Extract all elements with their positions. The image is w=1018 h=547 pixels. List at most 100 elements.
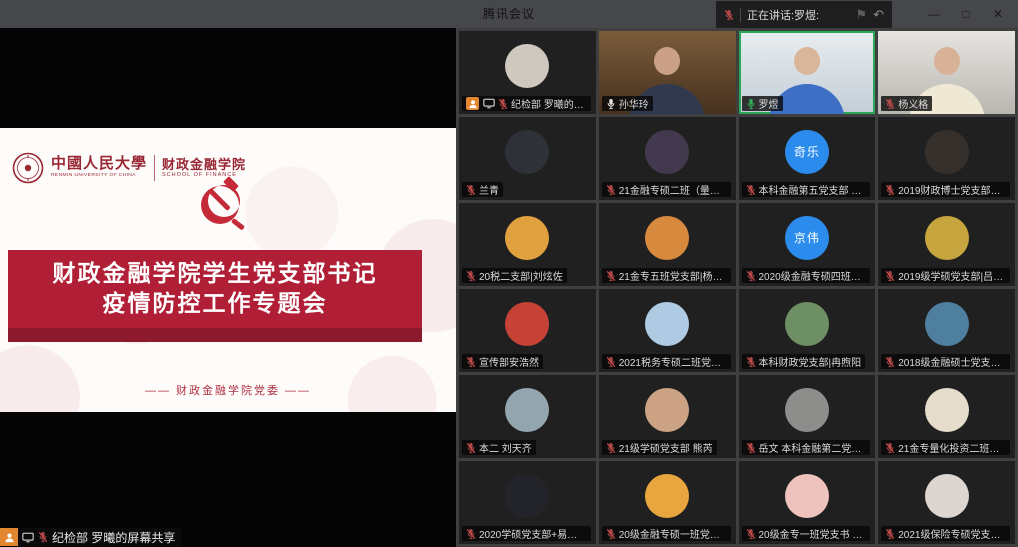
participant-label: 21级学硕党支部 熊芮	[602, 440, 717, 455]
participant-tile[interactable]: 21级学硕党支部 熊芮	[599, 375, 736, 458]
mic-icon	[466, 356, 476, 368]
mic-icon	[498, 98, 508, 110]
logo-divider	[154, 155, 155, 181]
participant-name: 宣传部安浩然	[479, 354, 539, 369]
participant-name: 本科金融第五党支部 张奇乐	[759, 182, 867, 197]
university-name-cn: 中國人民大學	[51, 157, 147, 173]
mic-icon	[885, 356, 895, 368]
participant-label: 20税二支部|刘炫佐	[462, 268, 567, 283]
participant-name: 2020级金融专硕四班党支部 卫…	[759, 268, 867, 283]
participant-tile[interactable]: 2020学硕党支部+易汝云	[459, 461, 596, 544]
participant-tile[interactable]: 21金专五班党支部|杨劭泽	[599, 203, 736, 286]
participant-tile[interactable]: 兰青	[459, 117, 596, 200]
participant-name: 21级学硕党支部 熊芮	[619, 440, 713, 455]
participant-label: 本二 刘天齐	[462, 440, 536, 455]
participant-tile[interactable]: 罗煜	[739, 31, 876, 114]
window-controls: — □ ✕	[918, 0, 1014, 28]
speaking-now-label: 正在讲话:罗煜:	[747, 7, 849, 23]
participant-tile[interactable]: 岳文 本科金融第二党支部	[739, 375, 876, 458]
participant-avatar	[785, 388, 829, 432]
mic-icon	[746, 356, 756, 368]
slide-title-banner: 财政金融学院学生党支部书记 疫情防控工作专题会	[8, 250, 422, 328]
participant-label: 岳文 本科金融第二党支部	[742, 440, 871, 455]
participant-avatar	[645, 216, 689, 260]
participant-tile[interactable]: 2019级学硕党支部|吕思怡	[878, 203, 1015, 286]
screen-share-icon	[482, 97, 495, 110]
participant-tile[interactable]: 奇乐 本科金融第五党支部 张奇乐	[739, 117, 876, 200]
participant-avatar	[925, 302, 969, 346]
mic-icon	[746, 442, 756, 454]
mic-icon	[606, 442, 616, 454]
participant-tile[interactable]: 2021级保险专硕党支部+邵小头	[878, 461, 1015, 544]
participant-avatar	[925, 216, 969, 260]
participant-tile[interactable]: 本二 刘天齐	[459, 375, 596, 458]
participant-tile[interactable]: 21金融专硕二班（量化投资）…	[599, 117, 736, 200]
slide-footer: —— 财政金融学院党委 ——	[0, 382, 456, 398]
participant-name: 纪检部 罗曦的屏幕共享	[511, 96, 587, 111]
slide-title-line2: 疫情防控工作专题会	[103, 289, 328, 319]
participant-avatar	[645, 130, 689, 174]
participant-tile[interactable]: 本科财政党支部|冉煦阳	[739, 289, 876, 372]
participant-avatar	[785, 302, 829, 346]
participant-label: 杨义格	[881, 96, 932, 111]
participant-grid: 纪检部 罗曦的屏幕共享 孙华玲	[456, 28, 1018, 547]
host-person-icon	[0, 528, 18, 546]
participant-tile[interactable]: 京伟 2020级金融专硕四班党支部 卫…	[739, 203, 876, 286]
participant-name: 21金专量化投资二班党支部+…	[898, 440, 1006, 455]
participant-avatar	[925, 388, 969, 432]
active-speaker-bar[interactable]: 正在讲话:罗煜: ⚑ ↶	[716, 1, 892, 28]
mic-icon	[885, 270, 895, 282]
participant-tile[interactable]: 2019财政博士党支部——邹雨晰	[878, 117, 1015, 200]
participant-label: 21金融专硕二班（量化投资）…	[602, 182, 731, 197]
maximize-button[interactable]: □	[950, 0, 982, 28]
undo-arrow-icon[interactable]: ↶	[873, 7, 884, 23]
minimize-button[interactable]: —	[918, 0, 950, 28]
participant-tile[interactable]: 宣传部安浩然	[459, 289, 596, 372]
participant-name: 岳文 本科金融第二党支部	[759, 440, 867, 455]
participant-avatar	[505, 44, 549, 88]
participant-tile[interactable]: 20级金融专硕一班党支部 竺…	[599, 461, 736, 544]
meeting-window: 腾讯会议 — □ ✕ 正在讲话:罗煜: ⚑ ↶	[0, 0, 1018, 547]
participant-name: 20级金融专硕一班党支部 竺…	[619, 526, 727, 541]
university-seal-icon	[12, 152, 44, 184]
participant-tile[interactable]: 20级金专一班党支书 李泽群	[739, 461, 876, 544]
sharer-info-pill[interactable]: 纪检部 罗曦的屏幕共享	[0, 528, 181, 546]
mic-icon	[606, 98, 616, 110]
close-button[interactable]: ✕	[982, 0, 1014, 28]
participant-tile[interactable]: 20税二支部|刘炫佐	[459, 203, 596, 286]
mic-icon	[746, 98, 756, 110]
party-emblem-icon	[196, 176, 252, 234]
participant-tile[interactable]: 21金专量化投资二班党支部+…	[878, 375, 1015, 458]
participant-tile[interactable]: 孙华玲	[599, 31, 736, 114]
participant-avatar	[505, 474, 549, 518]
participant-head	[934, 47, 960, 75]
participant-name: 2018级金融硕士党支部-褚晓芳	[898, 354, 1006, 369]
participant-label: 本科财政党支部|冉煦阳	[742, 354, 866, 369]
participant-name: 2019级学硕党支部|吕思怡	[898, 268, 1006, 283]
participant-head	[794, 47, 820, 75]
participant-label: 20级金专一班党支书 李泽群	[742, 526, 871, 541]
mic-icon	[466, 528, 476, 540]
participant-tile[interactable]: 杨义格	[878, 31, 1015, 114]
participant-avatar	[505, 388, 549, 432]
mic-icon	[885, 184, 895, 196]
participant-tile[interactable]: 2021税务专硕二班党支部 赵溪…	[599, 289, 736, 372]
participant-avatar	[505, 216, 549, 260]
participant-name: 本二 刘天齐	[479, 440, 532, 455]
participant-avatar	[505, 130, 549, 174]
participant-avatar	[505, 302, 549, 346]
participant-label: 纪检部 罗曦的屏幕共享	[462, 96, 591, 111]
divider	[740, 8, 741, 22]
participant-avatar	[785, 474, 829, 518]
muted-mic-icon	[38, 531, 48, 543]
mic-icon	[746, 184, 756, 196]
screen-share-panel[interactable]: 中國人民大學 RENMIN UNIVERSITY OF CHINA 财政金融学院…	[0, 28, 456, 547]
participant-label: 2018级金融硕士党支部-褚晓芳	[881, 354, 1010, 369]
participant-avatar	[645, 302, 689, 346]
mic-icon	[606, 528, 616, 540]
mic-icon	[606, 184, 616, 196]
flag-icon[interactable]: ⚑	[855, 7, 867, 23]
participant-tile[interactable]: 2018级金融硕士党支部-褚晓芳	[878, 289, 1015, 372]
participant-tile[interactable]: 纪检部 罗曦的屏幕共享	[459, 31, 596, 114]
participant-name: 21金专五班党支部|杨劭泽	[619, 268, 727, 283]
